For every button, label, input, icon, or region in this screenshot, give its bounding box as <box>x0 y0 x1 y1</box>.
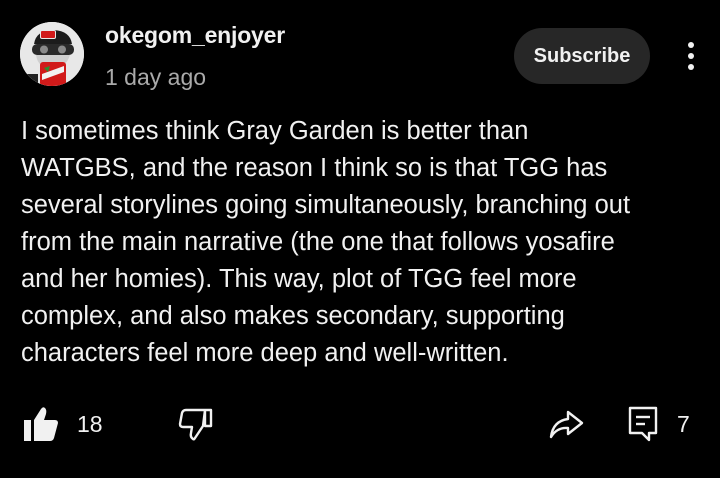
comment-author[interactable]: okegom_enjoyer <box>105 22 285 49</box>
dislike-button[interactable] <box>178 398 214 450</box>
avatar-icon <box>20 22 84 86</box>
like-button[interactable]: 18 <box>22 398 103 450</box>
avatar[interactable] <box>20 22 84 86</box>
share-button[interactable] <box>548 398 584 450</box>
comment-icon <box>628 406 658 442</box>
more-options-button[interactable] <box>676 36 706 76</box>
subscribe-button[interactable]: Subscribe <box>514 28 650 84</box>
comment-actions: 18 7 <box>0 398 720 450</box>
comment-timestamp: 1 day ago <box>105 64 207 90</box>
like-count: 18 <box>77 410 103 437</box>
share-icon <box>549 410 584 439</box>
reply-count: 7 <box>677 410 690 437</box>
thumbs-down-icon <box>178 408 213 441</box>
comment-header: okegom_enjoyer 1 day ago Subscribe <box>0 0 720 110</box>
reply-button[interactable]: 7 <box>627 398 690 450</box>
thumbs-up-icon <box>24 407 58 441</box>
comment-body: I sometimes think Gray Garden is better … <box>21 117 631 367</box>
more-vertical-icon <box>688 42 694 70</box>
